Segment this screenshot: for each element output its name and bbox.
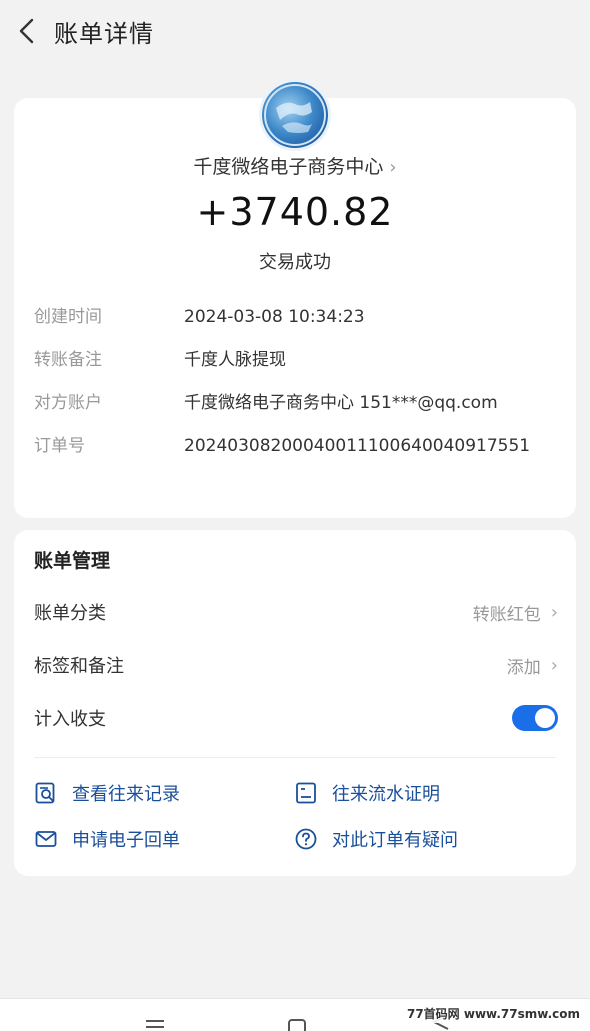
detail-row-remark: 转账备注 千度人脉提现 [34, 346, 564, 374]
detail-value: 千度微络电子商务中心 151***@qq.com [184, 393, 498, 413]
row-value: 添加 [506, 657, 541, 678]
action-label: 对此订单有疑问 [332, 830, 458, 851]
detail-value: 千度人脉提现 [184, 350, 286, 370]
include-in-stats-row: 计入收支 [34, 702, 558, 734]
page-title: 账单详情 [54, 19, 154, 48]
detail-value: 2024-03-08 10:34:23 [184, 307, 365, 327]
row-label: 计入收支 [34, 709, 106, 730]
search-record-icon [35, 782, 55, 804]
action-label: 查看往来记录 [72, 784, 180, 805]
detail-label: 创建时间 [34, 307, 102, 327]
home-icon[interactable] [286, 1017, 308, 1031]
action-label: 申请电子回单 [72, 830, 180, 851]
detail-label: 订单号 [34, 436, 85, 456]
order-number[interactable]: 20240308200040011100640040917551 [184, 432, 554, 460]
detail-row-created: 创建时间 2024-03-08 10:34:23 [34, 303, 564, 331]
toggle-knob [535, 708, 555, 728]
question-icon [295, 828, 317, 850]
merchant-avatar [262, 82, 328, 148]
tags-remarks-row[interactable]: 标签和备注 添加 › [34, 649, 558, 681]
e-receipt-button[interactable]: 申请电子回单 [34, 826, 180, 852]
globe-icon [264, 84, 326, 146]
divider [34, 757, 556, 758]
transaction-status: 交易成功 [259, 252, 331, 273]
chevron-left-icon [19, 18, 34, 44]
top-bar: 账单详情 [0, 0, 590, 62]
detail-row-order: 订单号 20240308200040011100640040917551 [34, 432, 564, 460]
detail-label: 对方账户 [34, 393, 102, 413]
row-label: 标签和备注 [34, 656, 124, 677]
statement-proof-button[interactable]: 往来流水证明 [294, 780, 440, 806]
section-title: 账单管理 [34, 550, 111, 572]
view-records-button[interactable]: 查看往来记录 [34, 780, 180, 806]
transaction-detail-card: 千度微络电子商务中心 › +3740.82 交易成功 创建时间 2024-03-0… [14, 82, 576, 518]
menu-icon[interactable] [144, 1017, 166, 1031]
bill-management-card: 账单管理 账单分类 转账红包 › 标签和备注 添加 › 计入收支 查看往来记录 往来… [14, 530, 576, 876]
row-label: 账单分类 [34, 603, 106, 624]
merchant-link[interactable]: 千度微络电子商务中心 › [14, 152, 576, 179]
chevron-right-icon: › [550, 601, 558, 623]
chevron-right-icon: › [550, 654, 558, 676]
statement-icon [296, 782, 316, 804]
bill-category-row[interactable]: 账单分类 转账红包 › [34, 596, 558, 628]
action-label: 往来流水证明 [332, 784, 440, 805]
watermark: 77首码网 www.77smw.com [402, 1004, 584, 1023]
detail-row-account: 对方账户 千度微络电子商务中心 151***@qq.com [34, 389, 564, 417]
mail-icon [35, 831, 57, 847]
include-toggle[interactable] [512, 705, 558, 731]
detail-label: 转账备注 [34, 350, 102, 370]
row-value: 转账红包 [472, 604, 541, 625]
back-button[interactable] [0, 0, 54, 62]
transaction-amount: +3740.82 [196, 190, 394, 234]
chevron-right-icon: › [389, 157, 397, 178]
order-question-button[interactable]: 对此订单有疑问 [294, 826, 458, 852]
merchant-name: 千度微络电子商务中心 [193, 156, 384, 178]
